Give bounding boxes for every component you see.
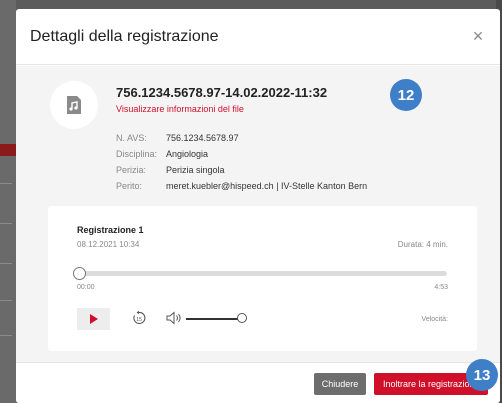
meta-value: meret.kuebler@hispeed.ch | IV-Stelle Kan…	[166, 181, 368, 191]
total-time: 4:53	[434, 284, 448, 291]
file-avatar	[50, 81, 98, 129]
recording-title: 756.1234.5678.97-14.02.2022-11:32	[116, 85, 328, 100]
play-button[interactable]	[77, 308, 110, 330]
seek-track[interactable]	[77, 271, 447, 276]
current-time: 00:00	[77, 284, 95, 291]
volume-icon[interactable]	[166, 311, 182, 325]
player-duration: Durata: 4 min.	[397, 240, 448, 249]
seek-handle[interactable]	[73, 267, 86, 280]
background-highlight	[0, 144, 16, 156]
modal-title: Dettagli della registrazione	[30, 27, 219, 45]
audio-file-icon	[67, 96, 81, 114]
audio-player: Registrazione 1 08.12.2021 10:34 Durata:…	[48, 206, 477, 351]
modal-header: Dettagli della registrazione ×	[16, 9, 500, 65]
step-badge: 13	[466, 359, 498, 391]
modal-footer: Chiudere Inoltrare la registrazione	[16, 362, 500, 403]
meta-key: Disciplina:	[116, 149, 158, 159]
background-divider	[0, 335, 12, 336]
meta-value: 756.1234.5678.97	[166, 133, 239, 143]
modal-body: 756.1234.5678.97-14.02.2022-11:32 Visual…	[16, 66, 500, 362]
player-recording-name: Registrazione 1	[77, 225, 144, 235]
meta-key: Perizia:	[116, 165, 147, 175]
volume-handle[interactable]	[237, 313, 247, 323]
player-recording-date: 08.12.2021 10:34	[77, 240, 140, 249]
replay-15-icon[interactable]: 15	[131, 310, 147, 326]
background-divider	[0, 183, 12, 184]
recording-details-modal: Dettagli della registrazione × 756.1234.…	[16, 9, 500, 403]
meta-key: N. AVS:	[116, 133, 147, 143]
meta-row-avs: N. AVS: 756.1234.5678.97	[116, 130, 367, 146]
step-badge: 12	[390, 79, 422, 111]
close-icon[interactable]: ×	[470, 26, 486, 47]
meta-row-expert: Perito: meret.kuebler@hispeed.ch | IV-St…	[116, 178, 367, 194]
svg-text:15: 15	[136, 317, 142, 323]
meta-row-discipline: Disciplina: Angiologia	[116, 146, 367, 162]
background-sidebar	[0, 0, 16, 403]
background-divider	[0, 263, 12, 264]
background-divider	[0, 223, 12, 224]
play-icon	[89, 314, 98, 324]
playback-speed[interactable]: Velocità:	[422, 316, 448, 323]
close-button[interactable]: Chiudere	[314, 373, 366, 395]
meta-value: Angiologia	[166, 149, 209, 159]
recording-metadata: N. AVS: 756.1234.5678.97 Disciplina: Ang…	[116, 130, 367, 194]
meta-key: Perito:	[116, 181, 143, 191]
volume-slider[interactable]	[186, 318, 241, 320]
meta-value: Perizia singola	[166, 165, 225, 175]
file-info-link[interactable]: Visualizzare informazioni del file	[116, 104, 244, 114]
background-divider	[0, 300, 12, 301]
meta-row-expertise: Perizia: Perizia singola	[116, 162, 367, 178]
